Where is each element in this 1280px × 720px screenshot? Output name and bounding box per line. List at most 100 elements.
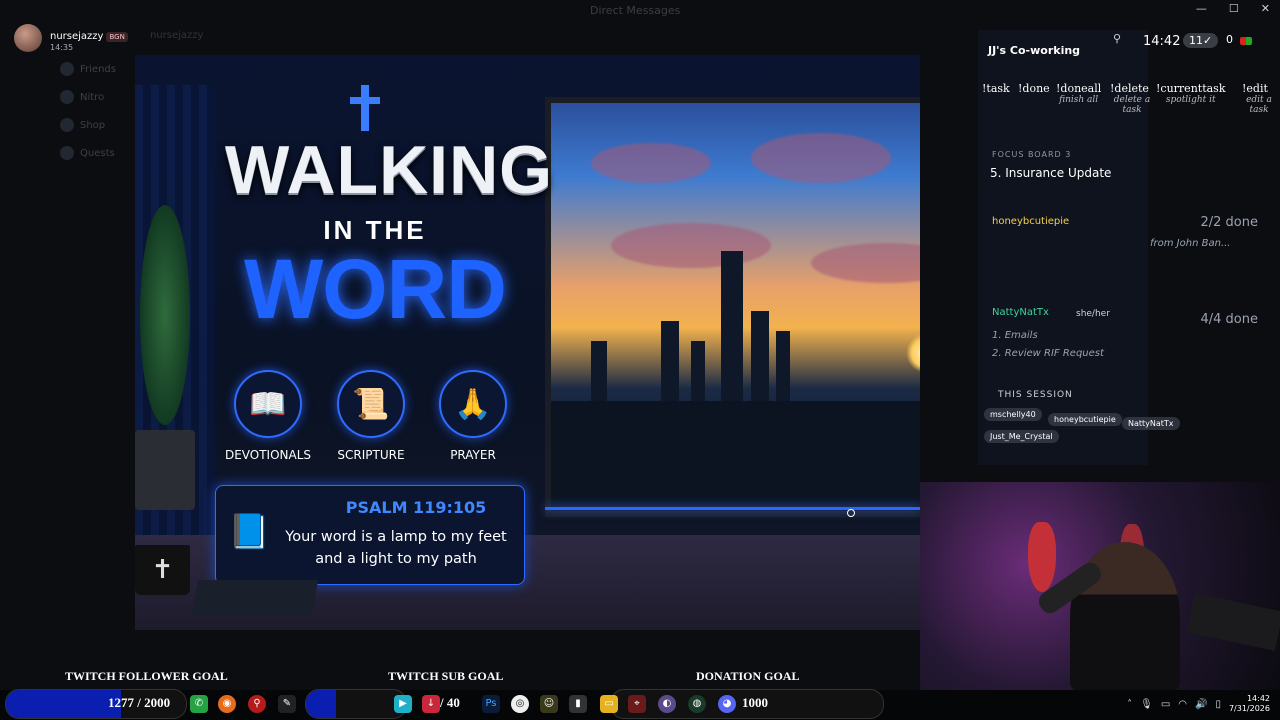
media-icon[interactable]: ▮ <box>569 695 587 713</box>
folder-icon[interactable]: ▭ <box>600 695 618 713</box>
stream-scene: WALKING IN THE WORD 📖 DEVOTIONALS 📜 SCRI… <box>135 55 920 630</box>
follower-goal-fill <box>6 690 122 718</box>
display-icon[interactable]: ▭ <box>1161 699 1170 710</box>
coworking-time: 14:42 <box>1143 34 1181 49</box>
donation-goal-label: DONATION GOAL <box>696 669 800 683</box>
window-title: Direct Messages <box>590 4 681 17</box>
cowork-task-line: 1. Emails <box>992 330 1038 341</box>
sub-goal-bar <box>305 689 407 719</box>
cowork-user-note: from John Ban... <box>1150 238 1231 249</box>
cloud <box>591 143 711 183</box>
title-line-1: WALKING <box>225 132 554 208</box>
whatsapp-icon[interactable]: ✆ <box>190 695 208 713</box>
dim-sidebar-item[interactable]: Shop <box>60 115 135 135</box>
command-doneall: !doneall finish all <box>1056 82 1102 105</box>
mug-cross-icon: ✝ <box>135 545 190 595</box>
battery-icon[interactable]: ▯ <box>1215 699 1221 710</box>
sub-goal-value: / 40 <box>440 695 460 710</box>
sun <box>906 333 920 373</box>
tool-icon[interactable]: ✎ <box>278 695 296 713</box>
cowork-user-done: 4/4 done <box>1200 312 1259 327</box>
task-count-badge: 11✓ <box>1183 33 1219 48</box>
play-app-icon[interactable]: ▶ <box>394 695 412 713</box>
bible-book <box>191 580 319 616</box>
plant <box>140 205 190 425</box>
cowork-user-name: NattyNatTx <box>992 307 1049 318</box>
focus-board-label: FOCUS BOARD 3 <box>992 150 1072 159</box>
keyboard <box>1186 593 1280 651</box>
command-edit: !edit edit a task <box>1242 82 1272 115</box>
cloud <box>611 223 771 268</box>
praying-hands-icon: 🙏 <box>439 370 507 438</box>
city-window <box>545 97 920 517</box>
verse-reference: PSALM 119:105 <box>345 498 487 517</box>
avatar <box>14 24 42 52</box>
cursor-icon <box>847 509 855 517</box>
command-done: !done <box>1018 82 1050 95</box>
window-controls: — ☐ ✕ <box>1196 2 1270 15</box>
emoji-app-icon[interactable]: ☺ <box>540 695 558 713</box>
chevron-up-icon[interactable]: ˄ <box>1127 699 1132 710</box>
zoom-icon[interactable]: ⚲ <box>1113 32 1121 45</box>
streamer-name: nursejazzy <box>50 31 104 42</box>
coworking-title: JJ's Co-working <box>988 44 1081 57</box>
dim-sidebar: Friends Nitro Shop Quests <box>0 55 135 635</box>
search-app-icon[interactable]: ⚲ <box>248 695 266 713</box>
minimize-icon[interactable]: — <box>1196 2 1207 15</box>
maps-pin-icon[interactable]: ⌖ <box>628 695 646 713</box>
session-user-pill: mschelly40 <box>984 408 1042 421</box>
cloud <box>811 243 920 283</box>
guitar <box>1028 522 1056 592</box>
command-task: !task <box>982 82 1010 95</box>
quests-icon <box>60 146 74 160</box>
cowork-user-name: honeybcutiepie <box>992 216 1070 227</box>
follower-goal-label: TWITCH FOLLOWER GOAL <box>65 669 228 683</box>
microphone-icon[interactable]: 🎙 <box>1140 699 1153 710</box>
volume-icon[interactable]: 🔊 <box>1195 699 1207 710</box>
nitro-icon <box>60 90 74 104</box>
photoshop-icon[interactable]: Ps <box>482 695 500 713</box>
zero-count: 0 <box>1226 33 1233 46</box>
close-icon[interactable]: ✕ <box>1261 2 1270 15</box>
donation-goal-value: 1000 <box>742 695 768 710</box>
app-red-icon[interactable]: ↓ <box>422 695 440 713</box>
follower-goal-value: 1277 / 2000 <box>108 695 171 710</box>
sub-goal-fill <box>306 690 336 718</box>
flag-icon <box>1240 37 1252 45</box>
feature-label: PRAYER <box>450 448 496 462</box>
obs-icon[interactable]: ◎ <box>511 695 529 713</box>
maximize-icon[interactable]: ☐ <box>1229 2 1239 15</box>
cowork-user-done: 2/2 done <box>1200 215 1259 230</box>
plant-pot <box>135 430 195 510</box>
focus-task: 5. Insurance Update <box>990 166 1112 180</box>
taskbar-clock[interactable]: 14:42 7/31/2026 <box>1229 694 1270 714</box>
app-purple-icon[interactable]: ◐ <box>658 695 676 713</box>
verse-text: Your word is a lamp to my feet and a lig… <box>285 529 507 567</box>
sub-goal-label: TWITCH SUB GOAL <box>388 669 504 683</box>
dim-sidebar-item[interactable]: Quests <box>60 143 135 163</box>
app-green-icon[interactable]: ◍ <box>688 695 706 713</box>
scroll-icon: 📜 <box>337 370 405 438</box>
dim-header: nursejazzy <box>150 30 204 41</box>
book-icon: 📘 <box>228 512 271 552</box>
feature-prayer: 🙏 PRAYER <box>423 370 523 462</box>
dim-sidebar-item[interactable]: Nitro <box>60 87 135 107</box>
feature-label: SCRIPTURE <box>337 448 405 462</box>
follower-goal-bar: 1277 / 2000 <box>5 689 187 719</box>
firefox-icon[interactable]: ◉ <box>218 695 236 713</box>
neon-strip <box>545 507 920 510</box>
cowork-task-line: 2. Review RIF Request <box>992 348 1104 359</box>
discord-icon[interactable]: ◕ <box>718 695 736 713</box>
feature-scripture: 📜 SCRIPTURE <box>321 370 421 462</box>
wifi-icon[interactable]: ◠ <box>1178 699 1187 710</box>
webcam-feed <box>920 482 1280 690</box>
shop-icon <box>60 118 74 132</box>
title-line-3: WORD <box>244 242 507 336</box>
coworking-panel: JJ's Co-working ⚲ 14:42 11✓ 0 !task !don… <box>978 30 1280 465</box>
verse-card: 📘 PSALM 119:105 Your word is a lamp to m… <box>215 485 525 585</box>
feature-label: DEVOTIONALS <box>224 448 312 462</box>
dim-sidebar-item[interactable]: Friends <box>60 59 135 79</box>
system-tray: ˄ 🎙 ▭ ◠ 🔊 ▯ 14:42 7/31/2026 <box>1127 694 1270 714</box>
session-user-pill: honeybcutiepie <box>1048 413 1122 426</box>
cloud <box>751 133 891 183</box>
